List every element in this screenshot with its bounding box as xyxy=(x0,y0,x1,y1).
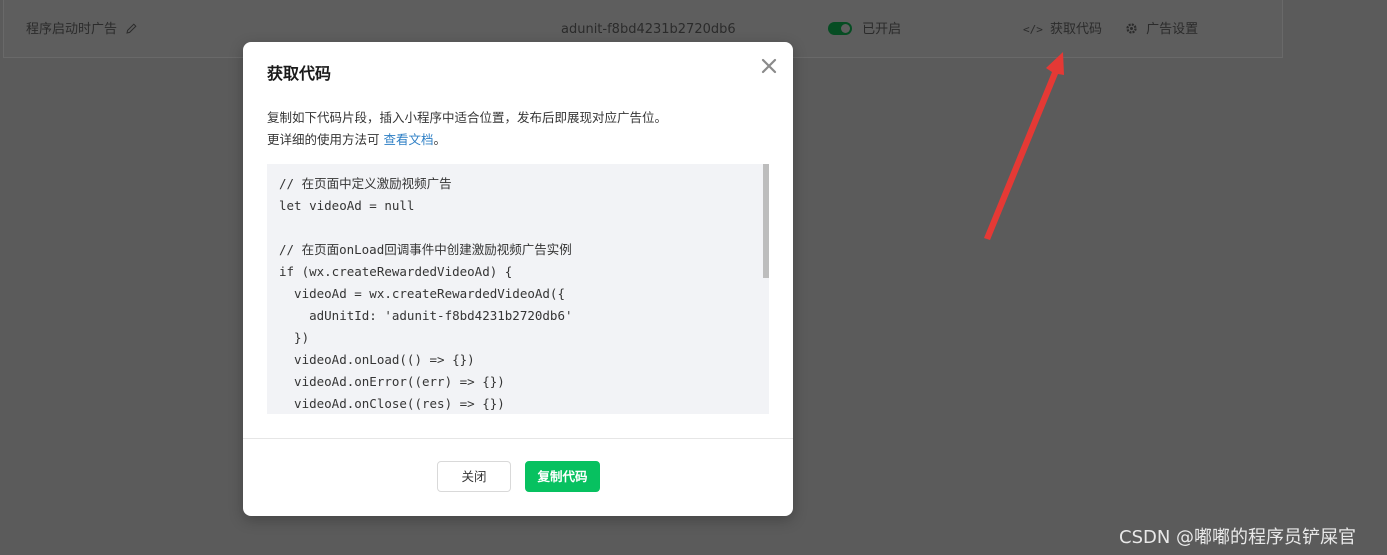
view-docs-link[interactable]: 查看文档 xyxy=(383,132,433,147)
dialog-description: 复制如下代码片段，插入小程序中适合位置，发布后即展现对应广告位。 更详细的使用方… xyxy=(267,107,667,151)
code-scrollbar[interactable] xyxy=(763,164,769,414)
code-snippet-box[interactable]: // 在页面中定义激励视频广告 let videoAd = null // 在页… xyxy=(267,164,763,414)
description-line-2: 更详细的使用方法可 查看文档。 xyxy=(267,129,667,151)
copy-code-button[interactable]: 复制代码 xyxy=(525,461,600,492)
footer-divider xyxy=(243,438,793,439)
code-snippet: // 在页面中定义激励视频广告 let videoAd = null // 在页… xyxy=(279,176,573,411)
get-code-dialog: 获取代码 复制如下代码片段，插入小程序中适合位置，发布后即展现对应广告位。 更详… xyxy=(243,42,793,516)
scrollbar-thumb[interactable] xyxy=(763,164,769,278)
watermark: CSDN @嘟嘟的程序员铲屎官 xyxy=(1119,527,1357,548)
description-line-1: 复制如下代码片段，插入小程序中适合位置，发布后即展现对应广告位。 xyxy=(267,110,668,125)
description-prefix: 更详细的使用方法可 xyxy=(267,132,384,147)
close-icon[interactable] xyxy=(759,56,779,76)
close-button[interactable]: 关闭 xyxy=(437,461,511,492)
dialog-title: 获取代码 xyxy=(267,64,332,83)
description-suffix: 。 xyxy=(433,132,447,147)
